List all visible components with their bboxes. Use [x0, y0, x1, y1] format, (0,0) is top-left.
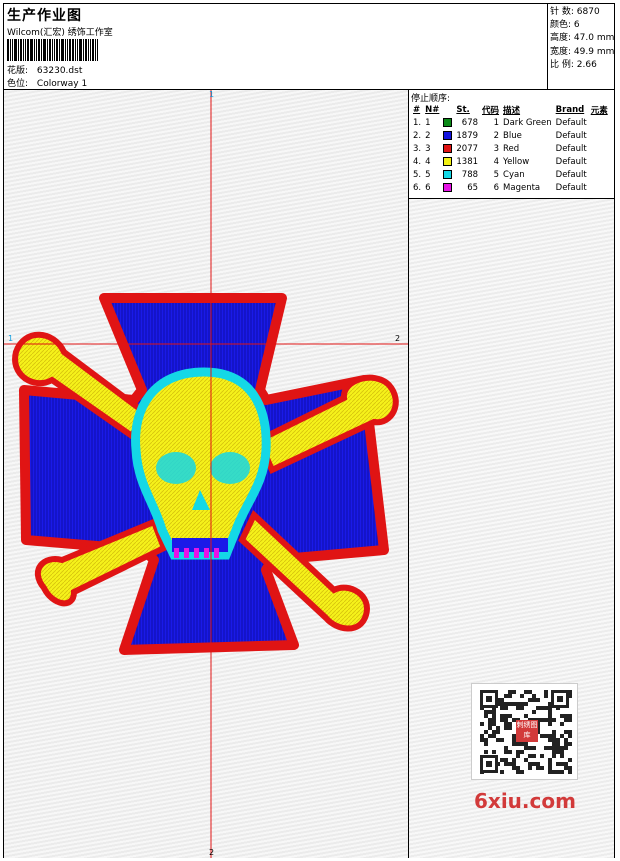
color-swatch: [443, 156, 453, 166]
row-needle: 3: [425, 143, 431, 154]
row-description: Blue: [503, 130, 522, 141]
table-row: 2. 2 1879 2 Blue Default: [411, 129, 610, 142]
row-element: [589, 155, 610, 168]
stat-height: 高度: 47.0 mm: [550, 33, 615, 44]
col-index: #: [413, 104, 421, 115]
row-element: [589, 181, 610, 194]
row-code: 3: [493, 143, 500, 154]
axis-label-right: 2: [395, 334, 401, 343]
row-description: Cyan: [503, 169, 525, 180]
row-stitches: 1381: [456, 156, 479, 167]
stat-scale: 比 例: 2.66: [550, 59, 597, 70]
row-index: 1.: [413, 117, 422, 128]
row-element: [589, 129, 610, 142]
col-code: 代码: [482, 105, 500, 116]
colorway-label: 色位:: [7, 79, 29, 89]
embroidery-design: [4, 90, 408, 858]
col-color: [441, 103, 454, 116]
stats-panel: 针 数: 6870 颜色: 6 高度: 47.0 mm 宽度: 49.9 mm …: [550, 6, 614, 72]
table-header-row: # N# St. 代码 描述 Brand 元素: [411, 103, 610, 116]
color-swatch: [443, 117, 453, 127]
col-stitches: St.: [456, 104, 470, 115]
axis-label-bottom: 2: [209, 848, 215, 857]
row-description: Red: [503, 143, 520, 154]
row-index: 5.: [413, 169, 422, 180]
row-code: 4: [493, 156, 500, 167]
stop-sequence-table: # N# St. 代码 描述 Brand 元素 1. 1 678 1 Dark Gree…: [411, 103, 610, 194]
file-value: 63230.dst: [36, 66, 83, 76]
row-color-swatch: [441, 142, 454, 155]
row-color-swatch: [441, 116, 454, 129]
table-row: 1. 1 678 1 Dark Green Default: [411, 116, 610, 129]
row-stitches: 65: [467, 182, 479, 193]
row-brand: Default: [555, 182, 587, 193]
row-needle: 5: [425, 169, 431, 180]
row-brand: Default: [555, 143, 587, 154]
col-needle: N#: [425, 104, 440, 115]
row-element: [589, 116, 610, 129]
row-index: 3.: [413, 143, 422, 154]
row-color-swatch: [441, 181, 454, 194]
row-stitches: 2077: [456, 143, 479, 154]
stop-sequence-panel: 停止顺序: # N# St. 代码 描述 Brand 元素 1. 1 678 1…: [409, 90, 614, 199]
header: 生产作业图 Wilcom(汇宏) 绣饰工作室 花版: 63230.dst 色位:…: [4, 4, 614, 90]
row-index: 6.: [413, 182, 422, 193]
row-brand: Default: [555, 130, 587, 141]
qr-stamp: 刺绣图库: [516, 720, 538, 742]
row-stitches: 1879: [456, 130, 479, 141]
table-row: 6. 6 65 6 Magenta Default: [411, 181, 610, 194]
col-brand: Brand: [555, 104, 585, 115]
row-index: 2.: [413, 130, 422, 141]
row-color-swatch: [441, 168, 454, 181]
page-title: 生产作业图: [7, 8, 82, 24]
row-color-swatch: [441, 129, 454, 142]
col-description: 描述: [503, 105, 521, 116]
color-swatch: [443, 143, 453, 153]
row-stitches: 678: [461, 117, 479, 128]
color-swatch: [443, 130, 453, 140]
row-brand: Default: [555, 117, 587, 128]
row-color-swatch: [441, 155, 454, 168]
colorway-row: 色位: Colorway 1: [7, 76, 87, 89]
axis-label-left: 1: [8, 334, 14, 343]
colorway-value: Colorway 1: [36, 79, 88, 89]
row-index: 4.: [413, 156, 422, 167]
row-code: 1: [493, 117, 500, 128]
row-stitches: 788: [461, 169, 479, 180]
row-element: [589, 168, 610, 181]
row-description: Magenta: [503, 182, 541, 193]
table-row: 4. 4 1381 4 Yellow Default: [411, 155, 610, 168]
watermark: 6xiu.com: [474, 789, 576, 813]
row-brand: Default: [555, 156, 587, 167]
row-description: Dark Green: [503, 117, 552, 128]
row-brand: Default: [555, 169, 587, 180]
header-info: 生产作业图 Wilcom(汇宏) 绣饰工作室 花版: 63230.dst 色位:…: [4, 4, 548, 89]
table-row: 5. 5 788 5 Cyan Default: [411, 168, 610, 181]
row-needle: 1: [425, 117, 431, 128]
stat-width: 宽度: 49.9 mm: [550, 46, 615, 57]
row-code: 5: [493, 169, 500, 180]
row-needle: 4: [425, 156, 431, 167]
color-swatch: [443, 182, 453, 192]
stat-stitches: 针 数: 6870: [550, 7, 600, 17]
row-code: 2: [493, 130, 500, 141]
axis-label-top: 1: [209, 90, 215, 99]
file-row: 花版: 63230.dst: [7, 63, 82, 76]
qr-code: 刺绣图库: [471, 683, 578, 780]
barcode: [7, 39, 119, 61]
file-label: 花版:: [7, 66, 29, 76]
row-needle: 6: [425, 182, 431, 193]
col-element: 元素: [590, 105, 608, 116]
row-code: 6: [493, 182, 500, 193]
color-swatch: [443, 169, 453, 179]
stat-colors: 颜色: 6: [550, 20, 580, 31]
row-needle: 2: [425, 130, 431, 141]
company-name: Wilcom(汇宏) 绣饰工作室: [7, 28, 113, 38]
table-row: 3. 3 2077 3 Red Default: [411, 142, 610, 155]
row-element: [589, 142, 610, 155]
row-description: Yellow: [503, 156, 530, 167]
design-preview: 1 2 1 2: [4, 90, 409, 858]
